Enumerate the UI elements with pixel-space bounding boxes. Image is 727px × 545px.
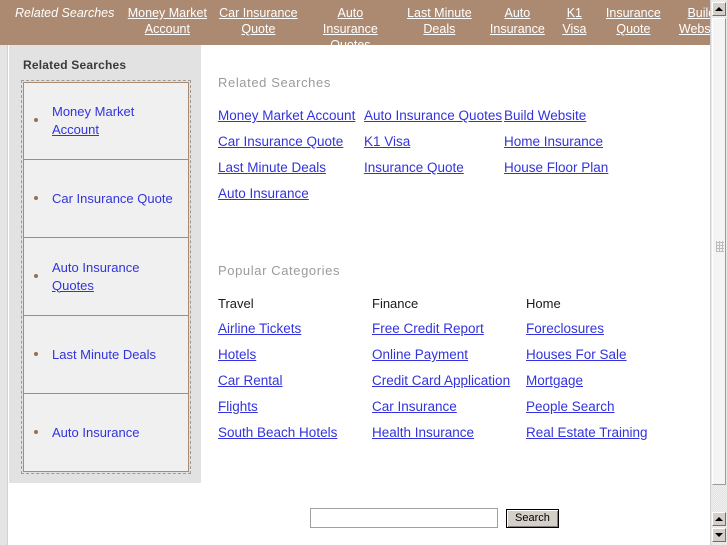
category-link-credit-card-application[interactable]: Credit Card Application	[372, 373, 510, 388]
category-column-travel: Travel Airline Tickets Hotels Car Rental…	[218, 296, 372, 451]
related-link-car-insurance-quote[interactable]: Car Insurance Quote	[218, 134, 343, 149]
grip-icon	[716, 241, 724, 252]
topbar-link-build-website[interactable]: Build Website	[671, 5, 710, 37]
category-link-airline-tickets[interactable]: Airline Tickets	[218, 321, 301, 336]
vertical-scrollbar[interactable]	[710, 0, 727, 545]
popular-categories-block: Popular Categories Travel Airline Ticket…	[210, 263, 690, 451]
sidebar-item-money-market-account[interactable]: Money Market Account	[23, 82, 189, 160]
category-heading-travel: Travel	[218, 296, 254, 311]
topbar-label: Related Searches	[15, 6, 115, 20]
top-related-searches-bar: Related Searches Money Market Account Ca…	[0, 0, 710, 45]
category-column-home: Home Foreclosures Houses For Sale Mortga…	[526, 296, 690, 451]
related-link-auto-insurance-quotes[interactable]: Auto Insurance Quotes	[364, 108, 502, 123]
related-link-k1-visa[interactable]: K1 Visa	[364, 134, 410, 149]
related-link-last-minute-deals[interactable]: Last Minute Deals	[218, 160, 326, 175]
search-input[interactable]	[310, 508, 498, 528]
topbar-link-auto-insurance-quotes[interactable]: Auto Insurance Quotes	[303, 5, 397, 45]
topbar-link-money-market-account[interactable]: Money Market Account	[121, 5, 213, 37]
sidebar-item-label[interactable]: Auto Insurance Quotes	[52, 259, 139, 295]
related-grid-spacer	[504, 186, 690, 201]
category-link-people-search[interactable]: People Search	[526, 399, 615, 414]
category-link-south-beach-hotels[interactable]: South Beach Hotels	[218, 425, 337, 440]
category-link-foreclosures[interactable]: Foreclosures	[526, 321, 604, 336]
category-link-mortgage[interactable]: Mortgage	[526, 373, 583, 388]
sidebar-item-label[interactable]: Car Insurance Quote	[52, 190, 173, 208]
topbar-link-auto-insurance[interactable]: Auto Insurance	[481, 5, 553, 37]
sidebar-item-car-insurance-quote[interactable]: Car Insurance Quote	[23, 160, 189, 238]
related-searches-link-grid: Money Market Account Auto Insurance Quot…	[218, 108, 690, 201]
scrollbar-down-button[interactable]	[712, 528, 726, 542]
sidebar-item-auto-insurance[interactable]: Auto Insurance	[23, 394, 189, 472]
bullet-icon	[34, 118, 38, 122]
bullet-icon	[34, 351, 38, 356]
topbar-link-insurance-quote[interactable]: Insurance Quote	[595, 5, 671, 37]
category-link-houses-for-sale[interactable]: Houses For Sale	[526, 347, 627, 362]
category-link-hotels[interactable]: Hotels	[218, 347, 256, 362]
category-link-free-credit-report[interactable]: Free Credit Report	[372, 321, 484, 336]
scrollbar-up-button[interactable]	[712, 512, 726, 526]
sidebar-item-label[interactable]: Last Minute Deals	[52, 346, 156, 364]
sidebar-box-group: Money Market Account Car Insurance Quote …	[21, 80, 191, 474]
related-link-auto-insurance[interactable]: Auto Insurance	[218, 186, 309, 201]
category-link-flights[interactable]: Flights	[218, 399, 258, 414]
left-gutter	[0, 0, 8, 545]
triangle-down-icon	[715, 533, 723, 537]
category-heading-home: Home	[526, 296, 561, 311]
sidebar-item-label[interactable]: Auto Insurance	[52, 424, 139, 442]
topbar-link-k1-visa[interactable]: K1 Visa	[553, 5, 595, 37]
topbar-link-car-insurance-quote[interactable]: Car Insurance Quote	[213, 5, 303, 37]
popular-categories-grid: Travel Airline Tickets Hotels Car Rental…	[218, 296, 690, 451]
category-column-finance: Finance Free Credit Report Online Paymen…	[372, 296, 526, 451]
scrollbar-thumb[interactable]	[712, 18, 726, 485]
related-link-home-insurance[interactable]: Home Insurance	[504, 134, 603, 149]
search-form: Search	[310, 508, 559, 528]
related-link-insurance-quote[interactable]: Insurance Quote	[364, 160, 464, 175]
sidebar-item-label[interactable]: Money Market Account	[52, 103, 134, 139]
popular-categories-heading: Popular Categories	[218, 263, 341, 278]
bullet-icon	[34, 429, 38, 434]
category-link-health-insurance[interactable]: Health Insurance	[372, 425, 474, 440]
sidebar: Related Searches Money Market Account Car…	[9, 45, 201, 483]
bullet-icon	[34, 273, 38, 278]
related-link-money-market-account[interactable]: Money Market Account	[218, 108, 355, 123]
triangle-up-icon	[715, 7, 723, 11]
category-link-car-insurance[interactable]: Car Insurance	[372, 399, 457, 414]
triangle-up-icon	[715, 517, 723, 521]
related-grid-spacer	[364, 186, 504, 201]
sidebar-item-auto-insurance-quotes[interactable]: Auto Insurance Quotes	[23, 238, 189, 316]
topbar-link-last-minute-deals[interactable]: Last Minute Deals	[397, 5, 481, 37]
category-heading-finance: Finance	[372, 296, 419, 311]
bullet-icon	[34, 195, 38, 200]
related-link-house-floor-plan[interactable]: House Floor Plan	[504, 160, 608, 175]
main-content: Related Searches Money Market Account Au…	[210, 75, 690, 451]
page-root: Related Searches Money Market Account Ca…	[0, 0, 727, 545]
sidebar-title: Related Searches	[23, 58, 127, 72]
category-link-car-rental[interactable]: Car Rental	[218, 373, 283, 388]
scrollbar-up-button-top[interactable]	[712, 2, 726, 16]
related-link-build-website[interactable]: Build Website	[504, 108, 586, 123]
sidebar-item-last-minute-deals[interactable]: Last Minute Deals	[23, 316, 189, 394]
search-button[interactable]: Search	[506, 508, 559, 528]
category-link-real-estate-training[interactable]: Real Estate Training	[526, 425, 648, 440]
related-searches-heading: Related Searches	[218, 75, 331, 90]
category-link-online-payment[interactable]: Online Payment	[372, 347, 468, 362]
